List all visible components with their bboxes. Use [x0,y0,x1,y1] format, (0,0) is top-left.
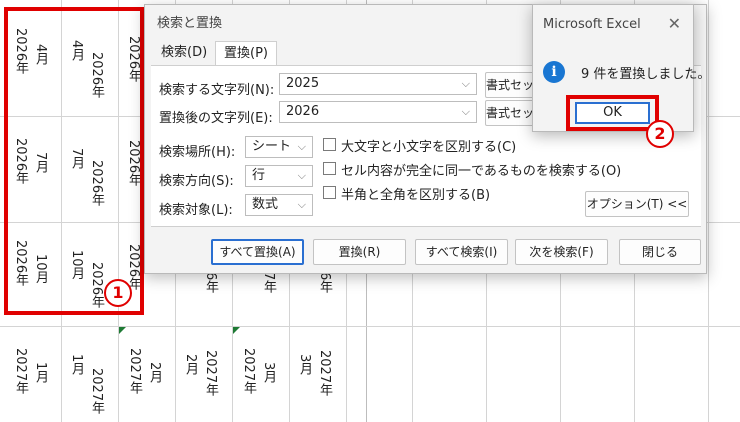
step-badge-2: 2 [646,120,674,148]
chevron-down-icon[interactable]: ⌵ [298,137,306,157]
info-icon: i [543,61,565,83]
find-all-button[interactable]: すべて検索(I) [415,239,508,265]
chevron-down-icon[interactable]: ⌵ [462,102,470,122]
replace-input-value: 2026 [286,104,320,119]
within-label: 検索場所(H): [159,145,236,160]
look-in-value: 数式 [252,197,279,212]
cell-year[interactable]: 2027年 [13,348,28,394]
find-next-button[interactable]: 次を検索(F) [515,239,608,265]
cell-month[interactable]: 2月 [147,362,162,383]
search-label: 検索方向(S): [159,174,234,189]
search-select[interactable]: 行 ⌵ [245,165,313,187]
highlight-ok-box: OK [566,95,659,131]
cell-year-partial: 7年 [261,272,276,294]
cell-month[interactable]: 3月 [261,362,276,383]
match-case-label: 大文字と小文字を区別する(C) [341,140,517,155]
match-entire-checkbox[interactable] [323,162,336,175]
cell-year[interactable]: 2027年 [241,348,256,394]
cell-year[interactable]: 2027年 [89,368,104,414]
chevron-down-icon[interactable]: ⌵ [462,74,470,94]
cell-month[interactable]: 1月 [69,354,84,375]
search-value: 行 [252,168,266,183]
ok-button[interactable]: OK [575,102,650,124]
cell-month[interactable]: 2月 [183,354,198,375]
error-indicator [119,327,126,334]
match-case-checkbox[interactable] [323,138,336,151]
chevron-down-icon[interactable]: ⌵ [298,195,306,215]
find-label: 検索する文字列(N): [159,83,275,98]
dialog-title: 検索と置換 [157,16,223,31]
message-text: 9 件を置換しました。 [581,67,711,82]
close-button[interactable]: 閉じる [619,239,701,265]
excel-message-box: Microsoft Excel ✕ i 9 件を置換しました。 OK [532,4,710,132]
replace-label: 置換後の文字列(E): [159,111,273,126]
tab-replace[interactable]: 置換(P) [215,41,277,66]
cell-year[interactable]: 2027年 [127,348,142,394]
close-icon[interactable]: ✕ [668,14,681,33]
find-input[interactable]: 2025 ⌵ [279,73,477,95]
message-title: Microsoft Excel [543,17,641,32]
look-in-select[interactable]: 数式 ⌵ [245,194,313,216]
cell-year-partial: 6年 [203,272,218,294]
cell-year-partial: 6年 [317,272,332,294]
cell-month[interactable]: 1月 [33,362,48,383]
highlight-selection-box [4,7,144,315]
tab-find[interactable]: 検索(D) [153,41,215,65]
replace-button[interactable]: 置換(R) [313,239,406,265]
look-in-label: 検索対象(L): [159,203,233,218]
cell-year[interactable]: 2027年 [317,350,332,396]
find-input-value: 2025 [286,76,320,91]
match-entire-label: セル内容が完全に同一であるものを検索する(O) [341,164,622,179]
chevron-down-icon[interactable]: ⌵ [298,166,306,186]
match-width-label: 半角と全角を区別する(B) [341,188,491,203]
cell-month[interactable]: 3月 [297,354,312,375]
match-width-checkbox[interactable] [323,186,336,199]
within-value: シート [252,139,292,154]
grid-line [0,326,740,327]
replace-all-button[interactable]: すべて置換(A) [211,239,304,265]
options-button[interactable]: オプション(T) << [585,191,689,217]
replace-input[interactable]: 2026 ⌵ [279,101,477,123]
within-select[interactable]: シート ⌵ [245,136,313,158]
step-badge-1: 1 [104,279,132,307]
error-indicator [233,327,240,334]
cell-year[interactable]: 2027年 [203,350,218,396]
